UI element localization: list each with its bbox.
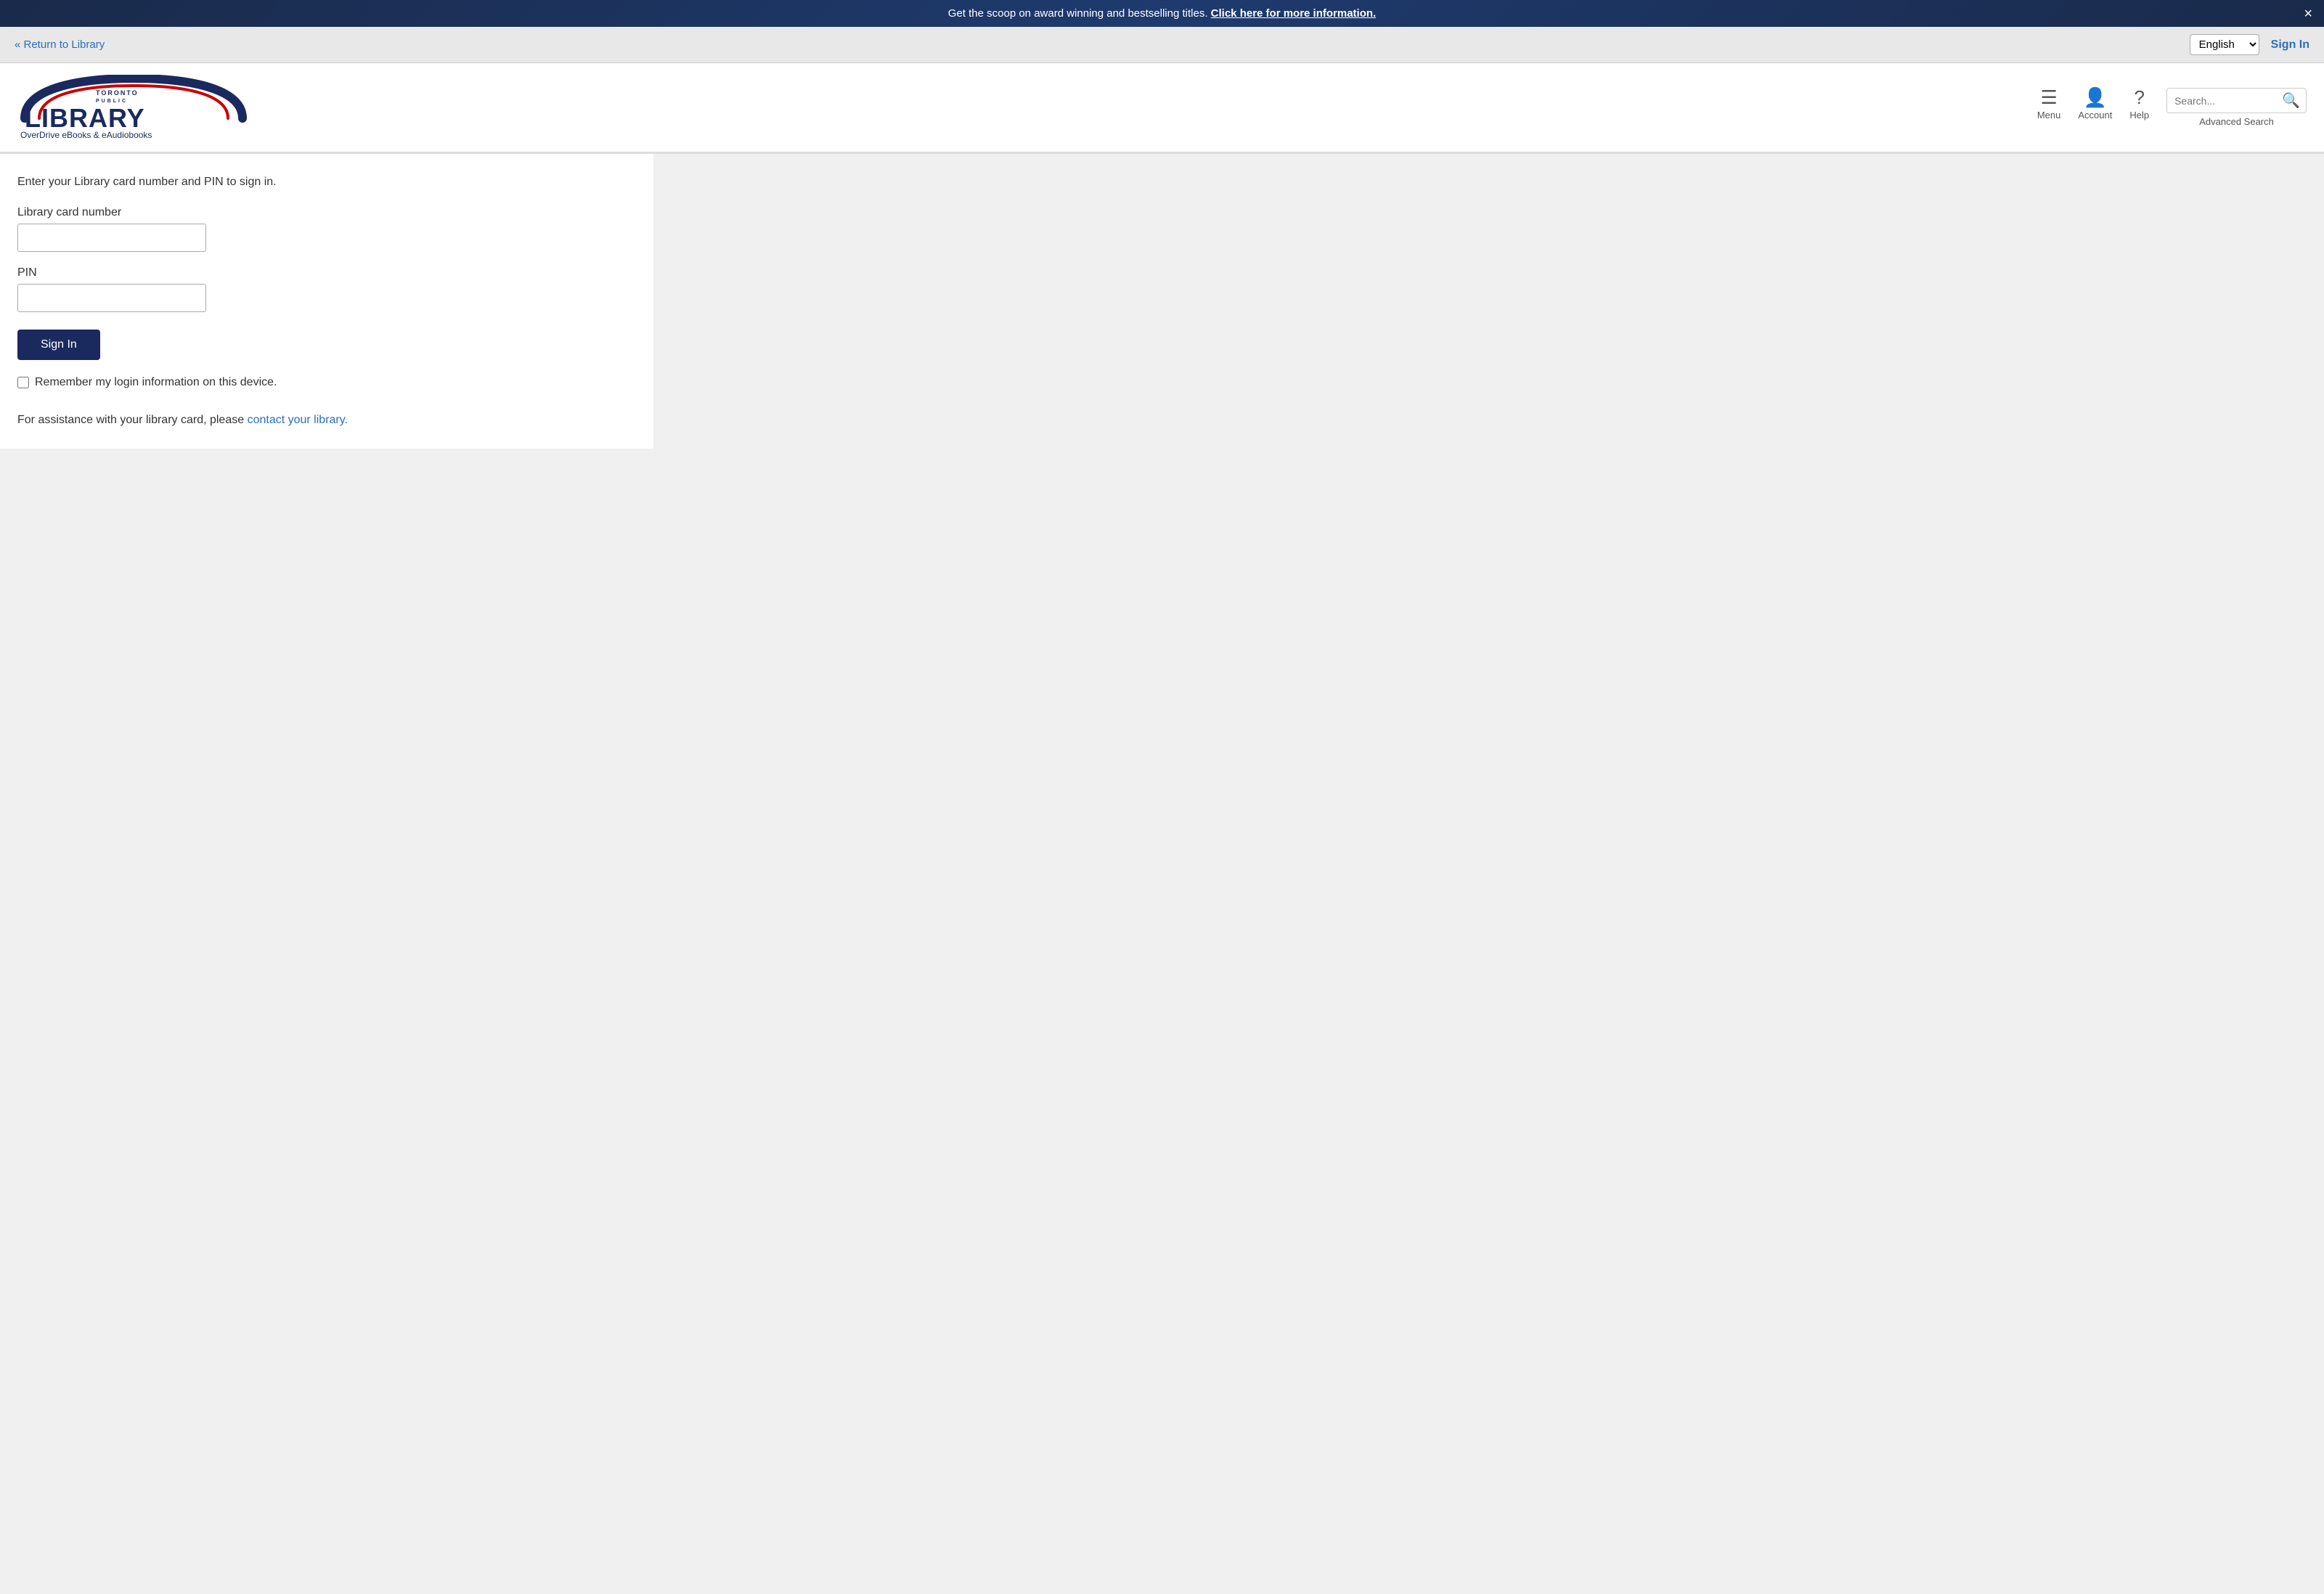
sign-in-button[interactable]: Sign In <box>17 330 100 360</box>
main-content: Enter your Library card number and PIN t… <box>0 154 653 449</box>
site-header: TORONTO PUBLIC LIBRARY OverDrive eBooks … <box>0 63 2324 153</box>
account-label: Account <box>2078 110 2112 120</box>
search-area: 🔍 Advanced Search <box>2166 88 2307 127</box>
svg-text:LIBRARY: LIBRARY <box>25 103 145 133</box>
banner-text: Get the scoop on award winning and bests… <box>948 7 1208 20</box>
intro-text: Enter your Library card number and PIN t… <box>17 176 636 189</box>
account-icon: 👤 <box>2084 88 2107 107</box>
search-input[interactable] <box>2167 91 2276 111</box>
sign-in-link[interactable]: Sign In <box>2271 38 2309 52</box>
remember-label: Remember my login information on this de… <box>35 375 277 391</box>
hamburger-icon: ☰ <box>2040 88 2057 107</box>
tpl-logo: TORONTO PUBLIC LIBRARY <box>17 75 250 133</box>
card-number-group: Library card number <box>17 206 636 252</box>
account-button[interactable]: 👤 Account <box>2078 88 2112 120</box>
pin-group: PIN <box>17 266 636 312</box>
logo-subtitle: OverDrive eBooks & eAudiobooks <box>20 130 250 140</box>
menu-label: Menu <box>2037 110 2061 120</box>
nav-icons: ☰ Menu 👤 Account ? Help 🔍 Advanced Searc… <box>2037 88 2307 127</box>
pin-label: PIN <box>17 266 636 279</box>
help-button[interactable]: ? Help <box>2129 88 2149 120</box>
banner-close-button[interactable]: × <box>2304 7 2312 21</box>
assist-prefix: For assistance with your library card, p… <box>17 414 244 426</box>
pin-input[interactable] <box>17 284 206 312</box>
remember-row: Remember my login information on this de… <box>17 375 636 391</box>
search-row: 🔍 <box>2166 88 2307 113</box>
banner-link[interactable]: Click here for more information. <box>1211 7 1377 20</box>
assist-text: For assistance with your library card, p… <box>17 414 636 427</box>
advanced-search-label[interactable]: Advanced Search <box>2199 116 2274 127</box>
svg-text:TORONTO: TORONTO <box>96 89 139 97</box>
return-to-library-link[interactable]: « Return to Library <box>15 38 105 51</box>
top-nav-right: English Français Español Sign In <box>2190 34 2309 55</box>
help-label: Help <box>2129 110 2149 120</box>
contact-library-link[interactable]: contact your library. <box>248 414 348 426</box>
card-number-input[interactable] <box>17 224 206 252</box>
logo-area: TORONTO PUBLIC LIBRARY OverDrive eBooks … <box>17 75 250 140</box>
remember-checkbox[interactable] <box>17 377 29 388</box>
announcement-banner: Get the scoop on award winning and bests… <box>0 0 2324 27</box>
top-navigation: « Return to Library English Français Esp… <box>0 27 2324 63</box>
card-number-label: Library card number <box>17 206 636 219</box>
help-icon: ? <box>2134 88 2144 107</box>
language-select[interactable]: English Français Español <box>2190 34 2259 55</box>
search-button[interactable]: 🔍 <box>2276 89 2306 113</box>
menu-button[interactable]: ☰ Menu <box>2037 88 2061 120</box>
